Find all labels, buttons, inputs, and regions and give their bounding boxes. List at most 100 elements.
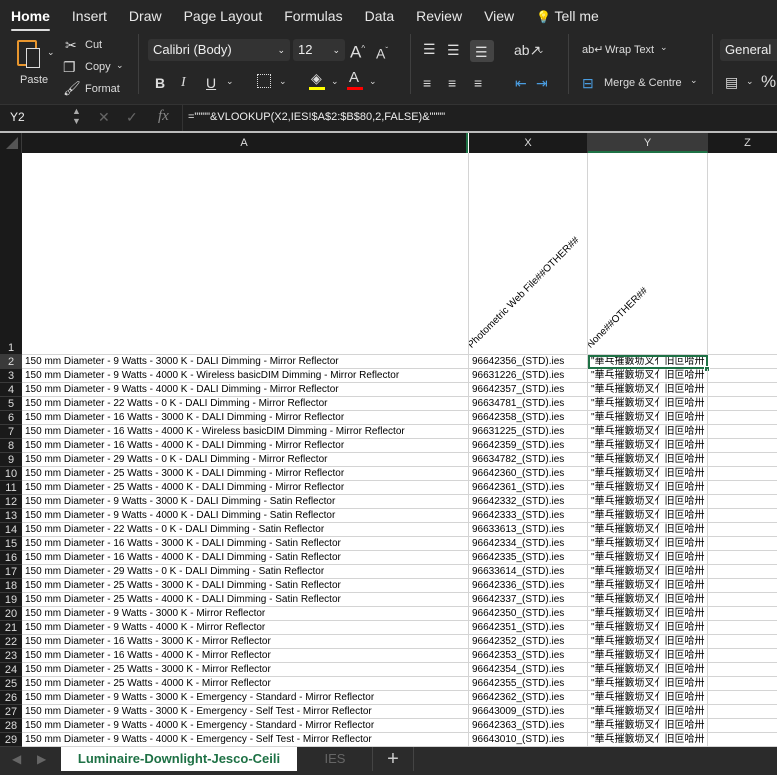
cell-lookup-result[interactable]: "華乓摧籔坜叉亻旧叵哈卅 bbox=[588, 383, 708, 397]
cell-description[interactable]: 150 mm Diameter - 22 Watts - 0 K - DALI … bbox=[22, 523, 469, 537]
row-header[interactable]: 1 bbox=[0, 153, 22, 355]
ribbon-tab-page-layout[interactable]: Page Layout bbox=[184, 8, 263, 24]
row-header[interactable]: 21 bbox=[0, 621, 22, 635]
cell-ies-file[interactable]: 96631226_(STD).ies bbox=[469, 369, 588, 383]
cell-z[interactable] bbox=[708, 691, 777, 705]
chevron-down-icon[interactable]: ⌄ bbox=[537, 42, 545, 58]
cell-lookup-result[interactable]: "華乓摧籔坜叉亻旧叵哈卅 bbox=[588, 705, 708, 719]
column-header-z[interactable]: Z bbox=[708, 133, 777, 153]
row-header[interactable]: 19 bbox=[0, 593, 22, 607]
cell-description[interactable]: 150 mm Diameter - 16 Watts - 4000 K - DA… bbox=[22, 439, 469, 453]
cell-ies-file[interactable]: 96642356_(STD).ies bbox=[469, 355, 588, 369]
ribbon-tab-home[interactable]: Home bbox=[11, 8, 50, 31]
cell-lookup-result[interactable]: "華乓摧籔坜叉亻旧叵哈卅 bbox=[588, 593, 708, 607]
cell-description[interactable]: 150 mm Diameter - 16 Watts - 4000 K - Wi… bbox=[22, 425, 469, 439]
borders-icon[interactable] bbox=[257, 74, 271, 88]
row-header[interactable]: 14 bbox=[0, 523, 22, 537]
ribbon-tab-draw[interactable]: Draw bbox=[129, 8, 162, 24]
align-left-icon[interactable]: ≡ bbox=[423, 75, 431, 91]
chevron-down-icon[interactable]: ⌄ bbox=[690, 75, 698, 86]
name-box[interactable]: Y2 bbox=[10, 110, 25, 124]
ribbon-tab-view[interactable]: View bbox=[484, 8, 514, 24]
cell-z[interactable] bbox=[708, 383, 777, 397]
cell-ies-file[interactable]: 96633614_(STD).ies bbox=[469, 565, 588, 579]
cell-z[interactable] bbox=[708, 649, 777, 663]
cell-description[interactable]: 150 mm Diameter - 25 Watts - 4000 K - DA… bbox=[22, 481, 469, 495]
cell-description[interactable]: 150 mm Diameter - 16 Watts - 3000 K - DA… bbox=[22, 411, 469, 425]
cell-lookup-result[interactable]: "華乓摧籔坜叉亻旧叵哈卅 bbox=[588, 551, 708, 565]
column-header-x[interactable]: X bbox=[469, 133, 588, 153]
chevron-down-icon[interactable]: ⌄ bbox=[47, 44, 55, 60]
cell-lookup-result[interactable]: "華乓摧籔坜叉亻旧叵哈卅 bbox=[588, 481, 708, 495]
cell-description[interactable]: 150 mm Diameter - 29 Watts - 0 K - DALI … bbox=[22, 453, 469, 467]
cancel-icon[interactable]: ✕ bbox=[98, 109, 110, 126]
row-header[interactable]: 12 bbox=[0, 495, 22, 509]
cell-lookup-result[interactable]: "華乓摧籔坜叉亻旧叵哈卅 bbox=[588, 635, 708, 649]
cell-z[interactable] bbox=[708, 719, 777, 733]
sheet-tab-luminaire[interactable]: Luminaire-Downlight-Jesco-Ceili bbox=[61, 747, 297, 771]
row-header[interactable]: 10 bbox=[0, 467, 22, 481]
cell-lookup-result[interactable]: "華乓摧籔坜叉亻旧叵哈卅 bbox=[588, 621, 708, 635]
fill-color-icon[interactable]: ◈ bbox=[311, 70, 322, 86]
cell-x1[interactable]: Photometric Web File##OTHER## bbox=[469, 153, 588, 355]
cell-lookup-result[interactable]: "華乓摧籔坜叉亻旧叵哈卅 bbox=[588, 523, 708, 537]
bold-icon[interactable]: B bbox=[155, 75, 165, 91]
cell-description[interactable]: 150 mm Diameter - 29 Watts - 0 K - DALI … bbox=[22, 565, 469, 579]
cell-z[interactable] bbox=[708, 677, 777, 691]
align-top-icon[interactable]: ☰ bbox=[423, 41, 436, 57]
cell-ies-file[interactable]: 96633613_(STD).ies bbox=[469, 523, 588, 537]
row-header[interactable]: 15 bbox=[0, 537, 22, 551]
row-header[interactable]: 16 bbox=[0, 551, 22, 565]
selected-cell-y2[interactable]: "華乓摧籔坜叉亻旧叵哈卅 bbox=[588, 355, 708, 369]
cell-z[interactable] bbox=[708, 607, 777, 621]
row-header[interactable]: 17 bbox=[0, 565, 22, 579]
number-format-select[interactable]: General bbox=[720, 39, 777, 61]
cell-description[interactable]: 150 mm Diameter - 9 Watts - 3000 K - Mir… bbox=[22, 607, 469, 621]
cell-description[interactable]: 150 mm Diameter - 9 Watts - 4000 K - Wir… bbox=[22, 369, 469, 383]
italic-icon[interactable]: I bbox=[181, 75, 186, 91]
cell-lookup-result[interactable]: "華乓摧籔坜叉亻旧叵哈卅 bbox=[588, 649, 708, 663]
chevron-down-icon[interactable]: ⌄ bbox=[660, 42, 668, 53]
row-header[interactable]: 20 bbox=[0, 607, 22, 621]
cell-ies-file[interactable]: 96642333_(STD).ies bbox=[469, 509, 588, 523]
decrease-font-icon[interactable]: Aˇ bbox=[376, 43, 388, 62]
cell-z[interactable] bbox=[708, 467, 777, 481]
cell-ies-file[interactable]: 96642359_(STD).ies bbox=[469, 439, 588, 453]
cell-z[interactable] bbox=[708, 663, 777, 677]
cell-lookup-result[interactable]: "華乓摧籔坜叉亻旧叵哈卅 bbox=[588, 439, 708, 453]
cell-lookup-result[interactable]: "華乓摧籔坜叉亻旧叵哈卅 bbox=[588, 495, 708, 509]
cut-button[interactable]: Cut bbox=[85, 39, 102, 51]
ribbon-tab-review[interactable]: Review bbox=[416, 8, 462, 24]
cell-z[interactable] bbox=[708, 369, 777, 383]
row-header[interactable]: 25 bbox=[0, 677, 22, 691]
cell-ies-file[interactable]: 96643009_(STD).ies bbox=[469, 705, 588, 719]
cell-ies-file[interactable]: 96642360_(STD).ies bbox=[469, 467, 588, 481]
cell-ies-file[interactable]: 96634782_(STD).ies bbox=[469, 453, 588, 467]
cell-z[interactable] bbox=[708, 705, 777, 719]
chevron-down-icon[interactable]: ⌄ bbox=[369, 73, 377, 89]
font-size-select[interactable]: 12 ⌄ bbox=[293, 39, 345, 61]
fx-icon[interactable]: fx bbox=[158, 108, 169, 125]
cell-ies-file[interactable]: 96642353_(STD).ies bbox=[469, 649, 588, 663]
cell-z[interactable] bbox=[708, 565, 777, 579]
cell-ies-file[interactable]: 96642335_(STD).ies bbox=[469, 551, 588, 565]
cell-lookup-result[interactable]: "華乓摧籔坜叉亻旧叵哈卅 bbox=[588, 733, 708, 747]
cell-ies-file[interactable]: 96642362_(STD).ies bbox=[469, 691, 588, 705]
cell-ies-file[interactable]: 96634781_(STD).ies bbox=[469, 397, 588, 411]
cell-lookup-result[interactable]: "華乓摧籔坜叉亻旧叵哈卅 bbox=[588, 719, 708, 733]
cell-lookup-result[interactable]: "華乓摧籔坜叉亻旧叵哈卅 bbox=[588, 509, 708, 523]
decrease-indent-icon[interactable]: ⇤ bbox=[515, 75, 527, 91]
cell-description[interactable]: 150 mm Diameter - 9 Watts - 4000 K - Eme… bbox=[22, 733, 469, 747]
cell-description[interactable]: 150 mm Diameter - 16 Watts - 4000 K - DA… bbox=[22, 551, 469, 565]
cell-lookup-result[interactable]: "華乓摧籔坜叉亻旧叵哈卅 bbox=[588, 453, 708, 467]
row-header[interactable]: 13 bbox=[0, 509, 22, 523]
cell-lookup-result[interactable]: "華乓摧籔坜叉亻旧叵哈卅 bbox=[588, 607, 708, 621]
cell-ies-file[interactable]: 96643010_(STD).ies bbox=[469, 733, 588, 747]
cell-lookup-result[interactable]: "華乓摧籔坜叉亻旧叵哈卅 bbox=[588, 677, 708, 691]
cell-ies-file[interactable]: 96642336_(STD).ies bbox=[469, 579, 588, 593]
cell-description[interactable]: 150 mm Diameter - 9 Watts - 4000 K - DAL… bbox=[22, 509, 469, 523]
row-header[interactable]: 18 bbox=[0, 579, 22, 593]
ribbon-tab-tell-me[interactable]: 💡 Tell me bbox=[536, 8, 599, 24]
cell-ies-file[interactable]: 96642334_(STD).ies bbox=[469, 537, 588, 551]
format-painter-button[interactable]: Format bbox=[85, 83, 120, 95]
